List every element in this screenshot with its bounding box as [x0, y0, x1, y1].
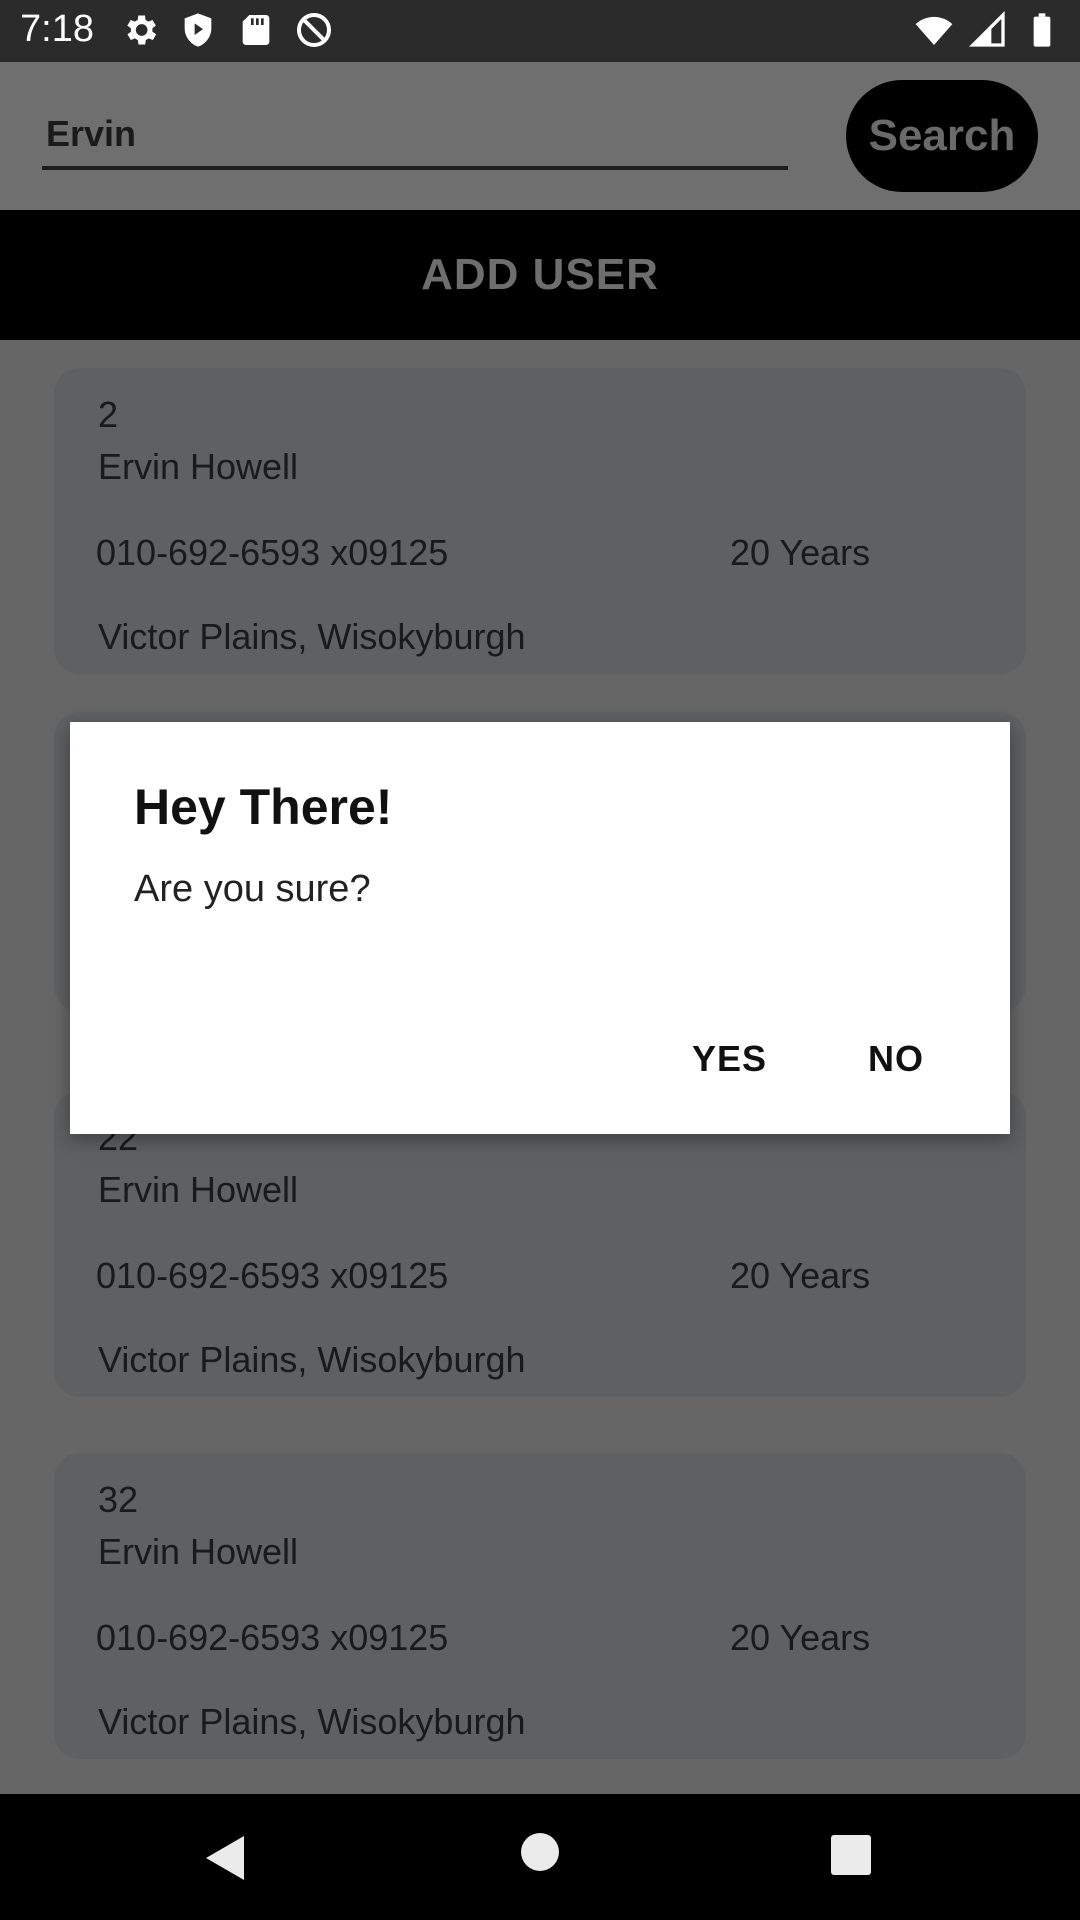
user-name: Ervin Howell	[98, 1169, 299, 1210]
home-icon[interactable]	[520, 1832, 560, 1872]
user-address: Victor Plains, Wisokyburgh	[98, 1339, 526, 1380]
user-name: Ervin Howell	[98, 446, 299, 487]
shield-icon	[184, 13, 212, 47]
dialog-title: Hey There!	[134, 779, 393, 835]
add-user-button[interactable]: ADD USER	[0, 210, 1080, 340]
confirm-dialog: Hey There! Are you sure? YES NO	[70, 722, 1010, 1134]
user-phone: 010-692-6593 x09125	[96, 1617, 449, 1658]
status-time: 7:18	[20, 8, 94, 50]
search-area: Search	[0, 62, 1080, 210]
status-icons-left	[120, 10, 334, 50]
dialog-message: Are you sure?	[134, 868, 371, 910]
user-id: 2	[98, 394, 119, 435]
user-address: Victor Plains, Wisokyburgh	[98, 1701, 526, 1742]
yes-button[interactable]: YES	[692, 1038, 767, 1080]
signal-icon	[968, 10, 1005, 47]
sd-card-icon	[242, 15, 270, 45]
user-card[interactable]: 32 Ervin Howell 010-692-6593 x09125 20 Y…	[54, 1453, 1026, 1759]
status-icons-right	[914, 10, 1062, 50]
user-age: 20 Years	[730, 1255, 871, 1296]
user-card[interactable]: 22 Ervin Howell 010-692-6593 x09125 20 Y…	[54, 1091, 1026, 1397]
battery-icon	[1033, 13, 1051, 47]
recents-icon[interactable]	[830, 1834, 872, 1876]
settings-icon	[127, 15, 157, 45]
search-button[interactable]: Search	[846, 80, 1038, 192]
back-icon[interactable]	[200, 1832, 248, 1884]
user-phone: 010-692-6593 x09125	[96, 532, 449, 573]
user-address: Victor Plains, Wisokyburgh	[98, 616, 526, 657]
user-age: 20 Years	[730, 532, 871, 573]
user-age: 20 Years	[730, 1617, 871, 1658]
search-input[interactable]	[42, 102, 788, 170]
user-name: Ervin Howell	[98, 1531, 299, 1572]
status-bar: 7:18	[0, 0, 1080, 62]
user-card[interactable]: 2 Ervin Howell 010-692-6593 x09125 20 Ye…	[54, 368, 1026, 674]
no-button[interactable]: NO	[868, 1038, 924, 1080]
at-sign-icon	[297, 13, 331, 47]
user-phone: 010-692-6593 x09125	[96, 1255, 449, 1296]
navigation-bar	[0, 1794, 1080, 1920]
user-id: 32	[98, 1479, 139, 1520]
wifi-icon	[915, 16, 953, 45]
